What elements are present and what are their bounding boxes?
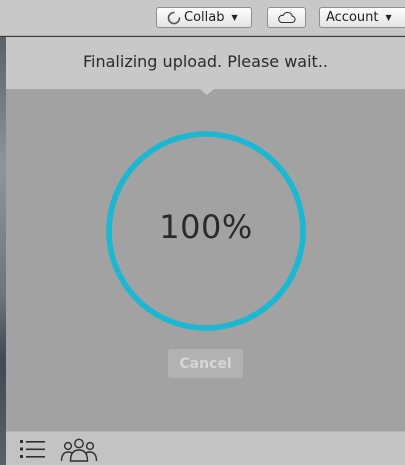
chevron-down-icon: ▼ (231, 13, 238, 22)
loading-spinner-icon (167, 11, 181, 24)
upload-header: Finalizing upload. Please wait.. (6, 37, 405, 89)
top-toolbar: Collab ▼ Account ▼ (0, 0, 405, 36)
progress-ring: 100% (104, 129, 308, 333)
header-pointer (200, 89, 214, 95)
collab-button[interactable]: Collab ▼ (156, 7, 252, 28)
list-icon[interactable] (19, 437, 47, 461)
account-chevron-down-icon: ▼ (385, 13, 392, 22)
account-button[interactable]: Account ▼ (319, 7, 405, 28)
cloud-button[interactable] (267, 7, 306, 28)
upload-panel: Finalizing upload. Please wait.. 100% Ca… (6, 37, 405, 465)
upload-status-text: Finalizing upload. Please wait.. (83, 52, 328, 71)
progress-percent: 100% (159, 208, 253, 246)
cloud-icon (277, 11, 296, 24)
people-icon[interactable] (60, 437, 98, 463)
collab-label: Collab (184, 10, 225, 25)
collab-upload-window: Collab ▼ Account ▼ Finalizing upload. Pl… (0, 0, 405, 465)
account-label: Account (326, 10, 379, 25)
bottom-bar (6, 431, 405, 465)
cancel-button[interactable]: Cancel (168, 349, 243, 378)
